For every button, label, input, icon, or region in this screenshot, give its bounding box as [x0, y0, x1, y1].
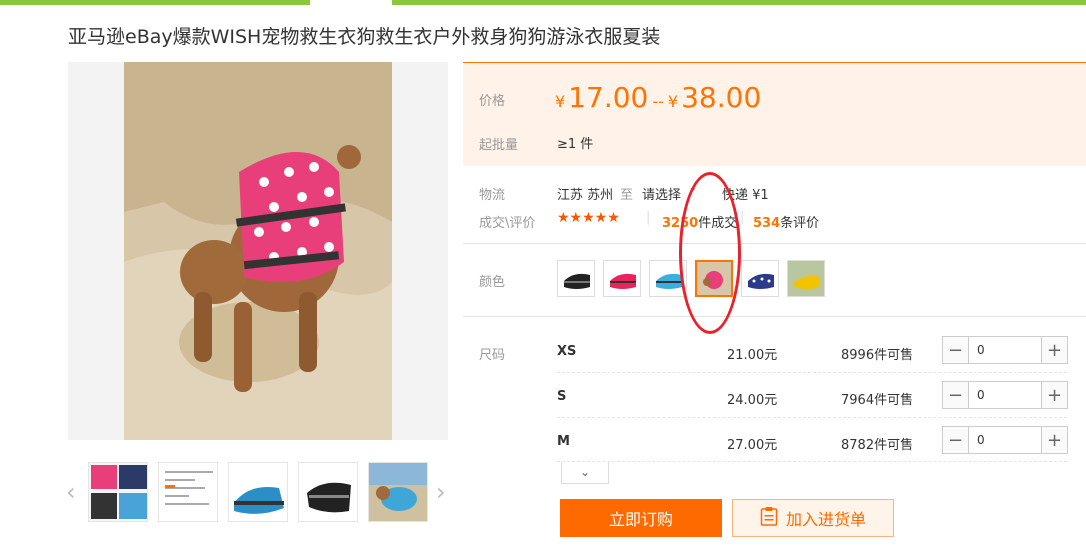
annotation-circle [679, 172, 741, 334]
thumbnail-1[interactable] [88, 462, 148, 522]
price-max: 38.00 [681, 81, 762, 114]
thumb-prev-arrow[interactable]: ‹ [66, 478, 76, 506]
row-separator [557, 461, 1067, 462]
quantity-stepper: − 0 + [942, 381, 1068, 409]
thumb-next-arrow[interactable]: › [436, 478, 446, 506]
size-name: XS [557, 344, 577, 359]
reviews-label: 成交\评价 [479, 216, 536, 231]
price-label: 价格 [479, 94, 506, 109]
buy-now-button[interactable]: 立即订购 [560, 499, 722, 537]
thumbnail-2[interactable] [158, 462, 218, 522]
moq-value: ≥1 件 [557, 137, 594, 152]
add-to-cart-button[interactable]: 加入进货单 [732, 499, 894, 537]
quantity-stepper: − 0 + [942, 336, 1068, 364]
size-label: 尺码 [479, 348, 506, 363]
section-divider-2 [463, 316, 1086, 317]
logistics-label: 物流 [479, 188, 506, 203]
quantity-input[interactable]: 0 [969, 337, 1041, 363]
logistics-origin: 江苏 苏州 [557, 188, 614, 203]
color-swatch-yellow[interactable] [787, 260, 825, 297]
size-stock: 7964件可售 [841, 393, 914, 408]
price-min: 17.00 [568, 81, 649, 114]
thumbnail-3[interactable] [228, 462, 288, 522]
review-count-link[interactable]: 534条评价 [753, 212, 819, 231]
color-label: 颜色 [479, 275, 506, 290]
size-price: 21.00元 [727, 348, 778, 363]
rating-stars: ★★★★★ [557, 210, 620, 226]
quantity-stepper: − 0 + [942, 426, 1068, 454]
minus-button[interactable]: − [943, 337, 969, 363]
plus-button[interactable]: + [1041, 382, 1067, 408]
clipboard-icon [760, 506, 778, 530]
review-suffix: 条评价 [780, 216, 820, 231]
price-range: ¥17.00 -- ¥38.00 [555, 81, 761, 114]
add-to-cart-label: 加入进货单 [785, 510, 866, 529]
expand-sizes-button[interactable]: ⌄ [561, 462, 609, 484]
thumbnail-4[interactable] [298, 462, 358, 522]
section-divider [463, 243, 1086, 244]
review-count: 534 [753, 216, 781, 231]
currency-symbol-2: ¥ [667, 92, 679, 111]
main-product-image[interactable] [68, 62, 448, 440]
size-name: S [557, 389, 567, 404]
minus-button[interactable]: − [943, 427, 969, 453]
top-accent-bar-right [392, 0, 1086, 5]
size-stock: 8782件可售 [841, 438, 914, 453]
currency-symbol: ¥ [555, 92, 566, 111]
product-title: 亚马逊eBay爆款WISH宠物救生衣狗救生衣户外救身狗狗游泳衣服夏装 [68, 26, 661, 48]
color-swatch-pink[interactable] [603, 260, 641, 297]
top-accent-bar-left [0, 0, 310, 5]
size-name: M [557, 434, 570, 449]
quantity-input[interactable]: 0 [969, 382, 1041, 408]
thumbnail-5[interactable] [368, 462, 428, 522]
review-divider-2: | [740, 210, 745, 225]
plus-button[interactable]: + [1041, 427, 1067, 453]
size-price: 27.00元 [727, 438, 778, 453]
price-separator: -- [652, 92, 664, 111]
minus-button[interactable]: − [943, 382, 969, 408]
row-separator [557, 372, 1067, 373]
buy-now-label: 立即订购 [608, 510, 673, 529]
review-divider: | [646, 210, 651, 225]
color-swatch-navy[interactable] [741, 260, 779, 297]
size-stock: 8996件可售 [841, 348, 914, 363]
row-separator [557, 417, 1067, 418]
price-panel: 价格 ¥17.00 -- ¥38.00 起批量 ≥1 件 [463, 62, 1086, 166]
quantity-input[interactable]: 0 [969, 427, 1041, 453]
destination-select[interactable]: 请选择 [642, 184, 681, 203]
logistics-to-word: 至 [620, 188, 634, 203]
color-swatch-black[interactable] [557, 260, 595, 297]
moq-label: 起批量 [479, 138, 519, 153]
plus-button[interactable]: + [1041, 337, 1067, 363]
size-price: 24.00元 [727, 393, 778, 408]
